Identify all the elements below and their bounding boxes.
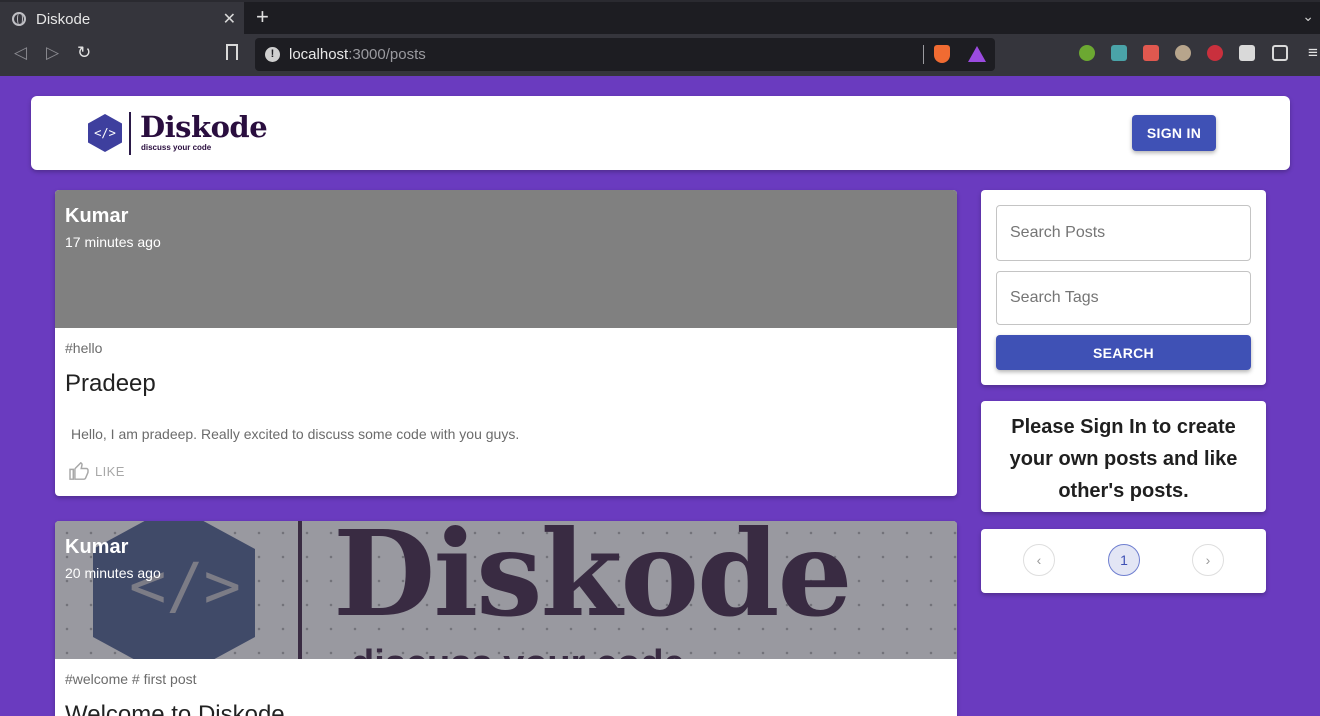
- browser-toolbar: ◁ ▷ ↻ ! localhost:3000/posts ≡: [0, 34, 1320, 76]
- post-image: </> Diskode discuss your code: [55, 521, 957, 659]
- extensions-puzzle-icon[interactable]: [1239, 45, 1255, 61]
- logo-tagline: discuss your code: [141, 143, 212, 152]
- search-posts-input[interactable]: [996, 205, 1251, 261]
- brave-rewards-icon[interactable]: [968, 46, 986, 62]
- brave-shields-icon[interactable]: [934, 45, 950, 63]
- globe-icon: [12, 12, 26, 26]
- post-time: 20 minutes ago: [65, 565, 161, 581]
- pagination-panel: ‹ 1 ›: [981, 529, 1266, 593]
- post-time: 17 minutes ago: [65, 234, 161, 250]
- thumbs-up-icon: [69, 462, 89, 480]
- post-author: Kumar: [65, 205, 129, 227]
- post-media: Kumar 17 minutes ago: [55, 190, 957, 328]
- tab-title: Diskode: [36, 10, 91, 28]
- forward-icon[interactable]: ▷: [46, 43, 59, 63]
- site-info-icon[interactable]: !: [265, 47, 280, 62]
- signin-prompt-panel: Please Sign In to create your own posts …: [981, 401, 1266, 512]
- extension-add-icon[interactable]: [1079, 45, 1095, 61]
- tab-close-icon[interactable]: ✕: [223, 9, 236, 29]
- extension-camera-icon[interactable]: [1143, 45, 1159, 61]
- back-icon[interactable]: ◁: [14, 43, 27, 63]
- search-button[interactable]: SEARCH: [996, 335, 1251, 370]
- app-header: </> Diskode discuss your code SIGN IN: [31, 96, 1290, 170]
- reload-icon[interactable]: ↻: [77, 43, 91, 63]
- post-title: Welcome to Diskode: [65, 701, 285, 716]
- post-tags: #hello: [65, 340, 103, 356]
- address-bar[interactable]: ! localhost:3000/posts: [255, 38, 995, 71]
- logo-divider: [129, 112, 131, 155]
- extension-block-icon[interactable]: [1207, 45, 1223, 61]
- tab-list-icon[interactable]: ⌄: [1302, 8, 1314, 25]
- browser-menu-icon[interactable]: ≡: [1308, 43, 1318, 63]
- browser-tab[interactable]: Diskode ✕: [0, 2, 244, 36]
- prev-page-button[interactable]: ‹: [1023, 544, 1055, 576]
- post-title: Pradeep: [65, 370, 156, 397]
- post-tags: #welcome # first post: [65, 671, 197, 687]
- next-page-button[interactable]: ›: [1192, 544, 1224, 576]
- extension-face-icon[interactable]: [1175, 45, 1191, 61]
- sign-in-button[interactable]: SIGN IN: [1132, 115, 1216, 151]
- url-text[interactable]: localhost:3000/posts: [289, 46, 426, 63]
- signin-prompt-text: Please Sign In to create your own posts …: [1009, 416, 1238, 502]
- like-label: LIKE: [95, 463, 125, 479]
- post-media: </> Diskode discuss your code Kumar 20 m…: [55, 521, 957, 659]
- post-message: Hello, I am pradeep. Really excited to d…: [71, 426, 520, 442]
- new-tab-icon[interactable]: +: [256, 4, 269, 30]
- post-card: </> Diskode discuss your code Kumar 20 m…: [55, 521, 957, 716]
- browser-tab-bar: Diskode ✕ + ⌄: [0, 0, 1320, 36]
- logo-code-icon[interactable]: </>: [88, 114, 122, 152]
- logo-wordmark[interactable]: Diskode: [140, 110, 268, 144]
- wallet-icon[interactable]: [1272, 45, 1288, 61]
- bookmark-icon[interactable]: [226, 44, 238, 60]
- post-card: Kumar 17 minutes ago #hello Pradeep Hell…: [55, 190, 957, 496]
- page-1-button[interactable]: 1: [1108, 544, 1140, 576]
- address-bar-divider: [923, 45, 924, 64]
- search-panel: SEARCH: [981, 190, 1266, 385]
- extension-calculator-icon[interactable]: [1111, 45, 1127, 61]
- like-button[interactable]: LIKE: [69, 462, 125, 480]
- search-tags-input[interactable]: [996, 271, 1251, 325]
- post-author: Kumar: [65, 536, 129, 558]
